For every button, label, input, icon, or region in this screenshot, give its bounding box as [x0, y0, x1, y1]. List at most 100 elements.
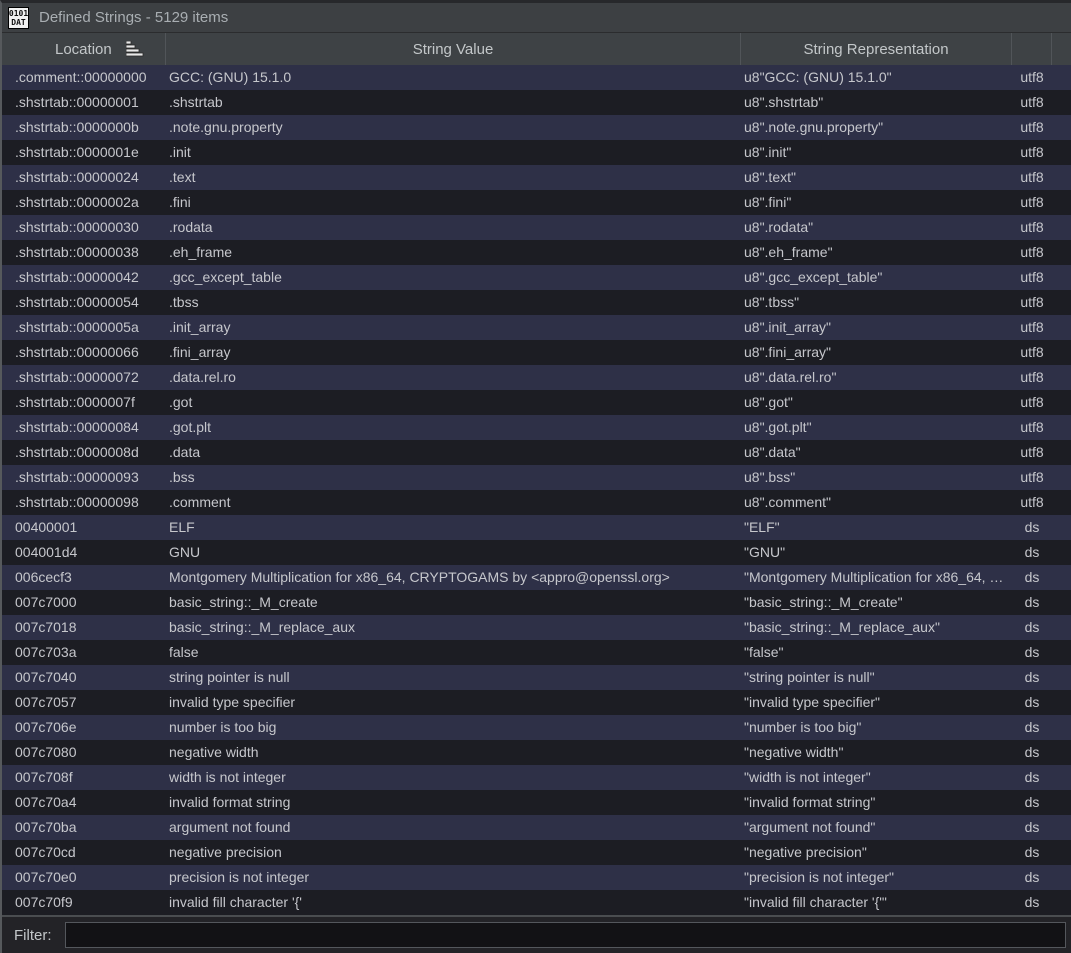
cell-string-representation: u8".comment" — [741, 490, 1012, 515]
cell-type: ds — [1012, 615, 1052, 640]
table-row[interactable]: 007c70ba argument not found "argument no… — [2, 815, 1071, 840]
cell-spacer — [1052, 590, 1071, 615]
cell-type: utf8 — [1012, 415, 1052, 440]
cell-string-representation: u8".shstrtab" — [741, 90, 1012, 115]
table-row[interactable]: .shstrtab::0000008d .data u8".data" utf8 — [2, 440, 1071, 465]
cell-spacer — [1052, 440, 1071, 465]
cell-spacer — [1052, 215, 1071, 240]
window-title: Defined Strings - 5129 items — [39, 9, 228, 26]
cell-string-value: .note.gnu.property — [166, 115, 741, 140]
cell-location: 007c70ba — [2, 815, 166, 840]
cell-type: utf8 — [1012, 215, 1052, 240]
cell-type: ds — [1012, 790, 1052, 815]
cell-string-value: .text — [166, 165, 741, 190]
cell-string-value: .data — [166, 440, 741, 465]
table-row[interactable]: 007c706e number is too big "number is to… — [2, 715, 1071, 740]
table-row[interactable]: .shstrtab::00000093 .bss u8".bss" utf8 — [2, 465, 1071, 490]
cell-string-representation: u8".text" — [741, 165, 1012, 190]
column-header-string-representation-label: String Representation — [803, 41, 948, 58]
cell-spacer — [1052, 65, 1071, 90]
window-titlebar[interactable]: 0101 DAT Defined Strings - 5129 items — [2, 3, 1071, 33]
cell-type: utf8 — [1012, 490, 1052, 515]
cell-string-value: basic_string::_M_replace_aux — [166, 615, 741, 640]
column-header-type[interactable] — [1012, 33, 1052, 65]
table-row[interactable]: 007c703a false "false" ds — [2, 640, 1071, 665]
table-row[interactable]: .comment::00000000 GCC: (GNU) 15.1.0 u8"… — [2, 65, 1071, 90]
table-row[interactable]: .shstrtab::00000024 .text u8".text" utf8 — [2, 165, 1071, 190]
table-row[interactable]: .shstrtab::00000030 .rodata u8".rodata" … — [2, 215, 1071, 240]
cell-string-representation: "string pointer is null" — [741, 665, 1012, 690]
strings-table-body: .comment::00000000 GCC: (GNU) 15.1.0 u8"… — [2, 65, 1071, 915]
filter-label: Filter: — [14, 927, 52, 944]
table-row[interactable]: 007c7000 basic_string::_M_create "basic_… — [2, 590, 1071, 615]
cell-spacer — [1052, 340, 1071, 365]
cell-string-value: .bss — [166, 465, 741, 490]
table-row[interactable]: .shstrtab::00000066 .fini_array u8".fini… — [2, 340, 1071, 365]
cell-spacer — [1052, 140, 1071, 165]
column-header-string-value[interactable]: String Value — [166, 33, 741, 65]
table-row[interactable]: .shstrtab::0000007f .got u8".got" utf8 — [2, 390, 1071, 415]
cell-spacer — [1052, 90, 1071, 115]
cell-type: ds — [1012, 715, 1052, 740]
cell-location: 006cecf3 — [2, 565, 166, 590]
table-row[interactable]: 007c70cd negative precision "negative pr… — [2, 840, 1071, 865]
table-row[interactable]: 00400001 ELF "ELF" ds — [2, 515, 1071, 540]
cell-spacer — [1052, 190, 1071, 215]
cell-string-representation: u8".init" — [741, 140, 1012, 165]
cell-string-value: .data.rel.ro — [166, 365, 741, 390]
cell-location: 007c7057 — [2, 690, 166, 715]
table-row[interactable]: 007c70f9 invalid fill character '{' "inv… — [2, 890, 1071, 915]
column-header-string-representation[interactable]: String Representation — [741, 33, 1012, 65]
cell-spacer — [1052, 790, 1071, 815]
cell-string-value: GNU — [166, 540, 741, 565]
table-row[interactable]: 007c7080 negative width "negative width"… — [2, 740, 1071, 765]
cell-string-representation: u8".note.gnu.property" — [741, 115, 1012, 140]
table-row[interactable]: .shstrtab::0000000b .note.gnu.property u… — [2, 115, 1071, 140]
cell-string-value: Montgomery Multiplication for x86_64, CR… — [166, 565, 741, 590]
cell-type: utf8 — [1012, 115, 1052, 140]
table-row[interactable]: 007c70e0 precision is not integer "preci… — [2, 865, 1071, 890]
table-row[interactable]: 007c7018 basic_string::_M_replace_aux "b… — [2, 615, 1071, 640]
table-row[interactable]: .shstrtab::00000084 .got.plt u8".got.plt… — [2, 415, 1071, 440]
table-row[interactable]: 006cecf3 Montgomery Multiplication for x… — [2, 565, 1071, 590]
table-row[interactable]: 007c708f width is not integer "width is … — [2, 765, 1071, 790]
cell-string-representation: "Montgomery Multiplication for x86_64, C… — [741, 565, 1012, 590]
cell-string-representation: u8".tbss" — [741, 290, 1012, 315]
table-row[interactable]: 007c7040 string pointer is null "string … — [2, 665, 1071, 690]
cell-string-representation: u8".bss" — [741, 465, 1012, 490]
cell-string-representation: u8".init_array" — [741, 315, 1012, 340]
cell-string-representation: "false" — [741, 640, 1012, 665]
table-row[interactable]: .shstrtab::00000054 .tbss u8".tbss" utf8 — [2, 290, 1071, 315]
table-row[interactable]: .shstrtab::00000001 .shstrtab u8".shstrt… — [2, 90, 1071, 115]
cell-string-representation: u8".eh_frame" — [741, 240, 1012, 265]
cell-spacer — [1052, 640, 1071, 665]
table-row[interactable]: .shstrtab::0000001e .init u8".init" utf8 — [2, 140, 1071, 165]
cell-location: 007c7080 — [2, 740, 166, 765]
table-row[interactable]: .shstrtab::0000005a .init_array u8".init… — [2, 315, 1071, 340]
cell-spacer — [1052, 665, 1071, 690]
cell-string-value: .shstrtab — [166, 90, 741, 115]
cell-string-representation: "precision is not integer" — [741, 865, 1012, 890]
cell-string-representation: "GNU" — [741, 540, 1012, 565]
table-row[interactable]: 004001d4 GNU "GNU" ds — [2, 540, 1071, 565]
table-row[interactable]: .shstrtab::0000002a .fini u8".fini" utf8 — [2, 190, 1071, 215]
table-row[interactable]: 007c70a4 invalid format string "invalid … — [2, 790, 1071, 815]
cell-string-value: .tbss — [166, 290, 741, 315]
cell-location: .shstrtab::00000042 — [2, 265, 166, 290]
table-row[interactable]: .shstrtab::00000038 .eh_frame u8".eh_fra… — [2, 240, 1071, 265]
table-row[interactable]: 007c7057 invalid type specifier "invalid… — [2, 690, 1071, 715]
column-header-location[interactable]: Location — [2, 33, 166, 65]
cell-spacer — [1052, 290, 1071, 315]
table-row[interactable]: .shstrtab::00000072 .data.rel.ro u8".dat… — [2, 365, 1071, 390]
table-row[interactable]: .shstrtab::00000098 .comment u8".comment… — [2, 490, 1071, 515]
cell-spacer — [1052, 565, 1071, 590]
filter-input[interactable] — [65, 922, 1067, 948]
cell-spacer — [1052, 540, 1071, 565]
cell-location: .shstrtab::0000001e — [2, 140, 166, 165]
cell-location: .shstrtab::00000072 — [2, 365, 166, 390]
cell-type: ds — [1012, 815, 1052, 840]
cell-type: utf8 — [1012, 140, 1052, 165]
table-row[interactable]: .shstrtab::00000042 .gcc_except_table u8… — [2, 265, 1071, 290]
cell-string-value: negative width — [166, 740, 741, 765]
cell-type: ds — [1012, 890, 1052, 915]
